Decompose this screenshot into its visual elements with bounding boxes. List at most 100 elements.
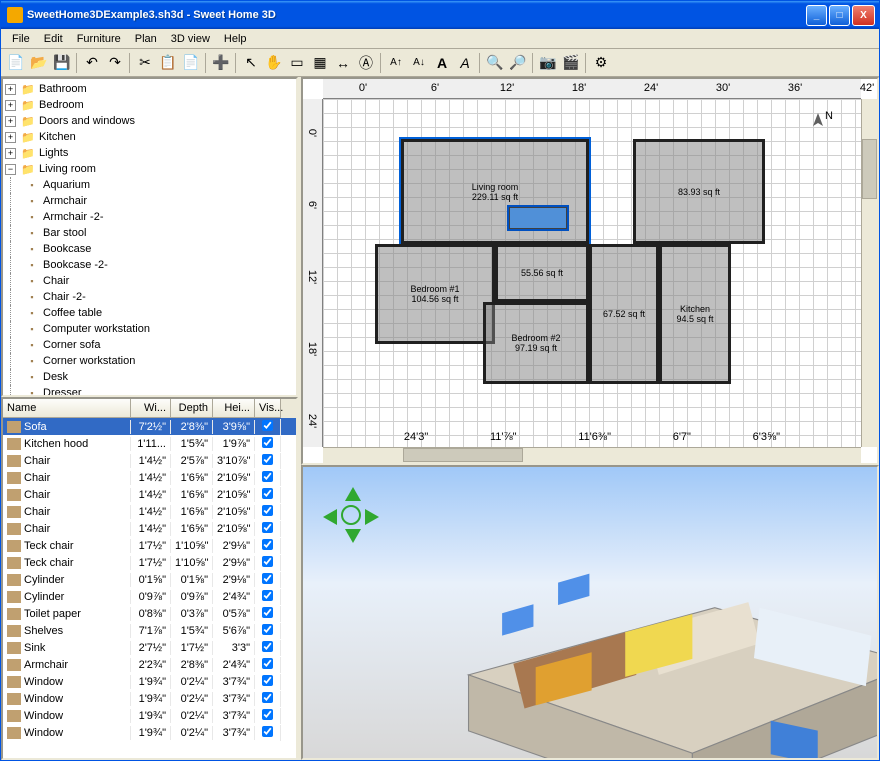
plan-2d-panel[interactable]: 0'6'12'18'24'30'36'42' 0'6'12'18'24' N L…: [301, 77, 879, 465]
visible-checkbox[interactable]: [262, 590, 273, 601]
menu-edit[interactable]: Edit: [37, 31, 70, 47]
table-row[interactable]: Sink 2'7½" 1'7½" 3'3": [3, 639, 296, 656]
copy-button[interactable]: 📋: [157, 52, 179, 74]
nav-left-arrow[interactable]: [323, 509, 337, 525]
visible-checkbox[interactable]: [262, 471, 273, 482]
tree-item[interactable]: ▪Bookcase: [10, 241, 294, 257]
bold-button[interactable]: A: [431, 52, 453, 74]
text-size-down[interactable]: A↓: [408, 52, 430, 74]
visible-checkbox[interactable]: [262, 658, 273, 669]
tree-item[interactable]: ▪Desk: [10, 369, 294, 385]
visible-checkbox[interactable]: [262, 488, 273, 499]
table-row[interactable]: Chair 1'4½" 2'5⅞" 3'10⅞": [3, 452, 296, 469]
col-depth[interactable]: Depth: [171, 399, 213, 418]
tree-item[interactable]: ▪Coffee table: [10, 305, 294, 321]
nav-compass[interactable]: [323, 487, 379, 543]
visible-checkbox[interactable]: [262, 420, 273, 431]
col-width[interactable]: Wi...: [131, 399, 171, 418]
visible-checkbox[interactable]: [262, 539, 273, 550]
tree-item[interactable]: ▪Corner sofa: [10, 337, 294, 353]
visible-checkbox[interactable]: [262, 505, 273, 516]
table-row[interactable]: Window 1'9¾" 0'2¼" 3'7¾": [3, 724, 296, 741]
table-row[interactable]: Teck chair 1'7½" 1'10⅝" 2'9⅛": [3, 537, 296, 554]
menu-furniture[interactable]: Furniture: [70, 31, 128, 47]
room[interactable]: Kitchen94.5 sq ft: [659, 244, 731, 384]
menu-help[interactable]: Help: [217, 31, 254, 47]
room[interactable]: 55.56 sq ft: [495, 244, 589, 302]
table-row[interactable]: Sofa 7'2½" 2'8⅜" 3'9⅝": [3, 418, 296, 435]
tree-category[interactable]: +📁Doors and windows: [5, 113, 294, 129]
visible-checkbox[interactable]: [262, 454, 273, 465]
col-height[interactable]: Hei...: [213, 399, 255, 418]
titlebar[interactable]: SweetHome3DExample3.sh3d - Sweet Home 3D…: [1, 1, 879, 29]
table-row[interactable]: Armchair 2'2¾" 2'8⅜" 2'4¾": [3, 656, 296, 673]
photo-button[interactable]: 📷: [537, 52, 559, 74]
visible-checkbox[interactable]: [262, 556, 273, 567]
wall-tool[interactable]: ▭: [286, 52, 308, 74]
tree-toggle-icon[interactable]: +: [5, 84, 16, 95]
zoom-out-button[interactable]: 🔎: [507, 52, 529, 74]
tree-toggle-icon[interactable]: +: [5, 132, 16, 143]
table-row[interactable]: Chair 1'4½" 1'6⅝" 2'10⅝": [3, 469, 296, 486]
visible-checkbox[interactable]: [262, 607, 273, 618]
room[interactable]: Bedroom #297.19 sq ft: [483, 302, 589, 384]
new-button[interactable]: 📄: [5, 52, 27, 74]
tree-item[interactable]: ▪Dresser: [10, 385, 294, 397]
undo-button[interactable]: ↶: [81, 52, 103, 74]
open-button[interactable]: 📂: [28, 52, 50, 74]
visible-checkbox[interactable]: [262, 522, 273, 533]
visible-checkbox[interactable]: [262, 692, 273, 703]
room-tool[interactable]: ▦: [309, 52, 331, 74]
selected-furniture-sofa[interactable]: [509, 207, 567, 229]
menu-3dview[interactable]: 3D view: [164, 31, 217, 47]
visible-checkbox[interactable]: [262, 624, 273, 635]
room[interactable]: 83.93 sq ft: [633, 139, 765, 244]
nav-up-arrow[interactable]: [345, 487, 361, 501]
table-row[interactable]: Teck chair 1'7½" 1'10⅝" 2'9⅛": [3, 554, 296, 571]
tree-item[interactable]: ▪Chair: [10, 273, 294, 289]
text-size-up[interactable]: A↑: [385, 52, 407, 74]
tree-category[interactable]: −📁Living room: [5, 161, 294, 177]
video-button[interactable]: 🎬: [560, 52, 582, 74]
nav-down-arrow[interactable]: [345, 529, 361, 543]
tree-item[interactable]: ▪Armchair -2-: [10, 209, 294, 225]
nav-center[interactable]: [341, 505, 361, 525]
tree-item[interactable]: ▪Armchair: [10, 193, 294, 209]
menu-file[interactable]: File: [5, 31, 37, 47]
plan-scrollbar-h[interactable]: [323, 447, 861, 463]
tree-item[interactable]: ▪Chair -2-: [10, 289, 294, 305]
table-row[interactable]: Cylinder 0'1⅝" 0'1⅝" 2'9⅛": [3, 571, 296, 588]
tree-toggle-icon[interactable]: +: [5, 100, 16, 111]
table-row[interactable]: Chair 1'4½" 1'6⅝" 2'10⅝": [3, 520, 296, 537]
maximize-button[interactable]: □: [829, 5, 850, 26]
col-visible[interactable]: Vis...: [255, 399, 281, 418]
furniture-catalog-tree[interactable]: +📁Bathroom+📁Bedroom+📁Doors and windows+📁…: [1, 77, 298, 397]
visible-checkbox[interactable]: [262, 675, 273, 686]
table-row[interactable]: Toilet paper 0'8⅜" 0'3⅞" 0'5⅞": [3, 605, 296, 622]
visible-checkbox[interactable]: [262, 709, 273, 720]
cut-button[interactable]: ✂: [134, 52, 156, 74]
tree-category[interactable]: +📁Lights: [5, 145, 294, 161]
table-row[interactable]: Kitchen hood 1'11... 1'5¾" 1'9⅞": [3, 435, 296, 452]
nav-right-arrow[interactable]: [365, 509, 379, 525]
tree-category[interactable]: +📁Bedroom: [5, 97, 294, 113]
tree-toggle-icon[interactable]: −: [5, 164, 16, 175]
close-button[interactable]: X: [852, 5, 875, 26]
preferences-button[interactable]: ⚙: [590, 52, 612, 74]
italic-button[interactable]: A: [454, 52, 476, 74]
room[interactable]: 67.52 sq ft: [589, 244, 659, 384]
view-3d-panel[interactable]: [301, 465, 879, 760]
zoom-in-button[interactable]: 🔍: [484, 52, 506, 74]
table-row[interactable]: Window 1'9¾" 0'2¼" 3'7¾": [3, 673, 296, 690]
plan-scrollbar-v[interactable]: [861, 99, 877, 447]
save-button[interactable]: 💾: [51, 52, 73, 74]
tree-toggle-icon[interactable]: +: [5, 148, 16, 159]
col-name[interactable]: Name: [3, 399, 131, 418]
table-row[interactable]: Window 1'9¾" 0'2¼" 3'7¾": [3, 690, 296, 707]
visible-checkbox[interactable]: [262, 726, 273, 737]
visible-checkbox[interactable]: [262, 437, 273, 448]
tree-toggle-icon[interactable]: +: [5, 116, 16, 127]
tree-item[interactable]: ▪Computer workstation: [10, 321, 294, 337]
select-tool[interactable]: ↖: [240, 52, 262, 74]
add-furniture-button[interactable]: ➕: [210, 52, 232, 74]
